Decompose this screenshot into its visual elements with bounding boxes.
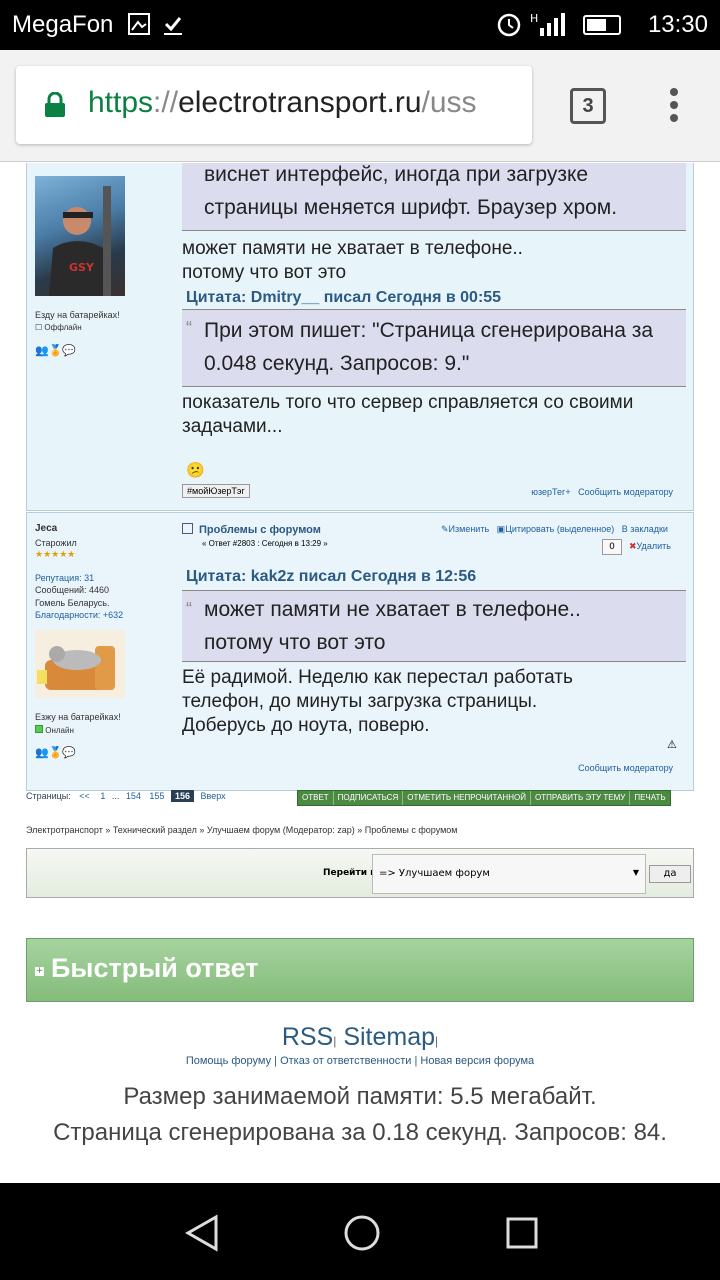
usertag-link[interactable]: юзерТег+: [531, 487, 570, 497]
user-signature: Езду на батарейках!: [35, 310, 120, 320]
report-icon[interactable]: ⚠: [667, 738, 677, 751]
user-city: Гомель Беларусь.: [35, 598, 110, 608]
recents-icon[interactable]: [500, 1211, 544, 1255]
footer-small-links[interactable]: Помощь форуму | Отказ от ответственности…: [0, 1055, 720, 1067]
expand-icon[interactable]: +: [35, 967, 44, 976]
quote-block: “ При этом пишет: "Страница сгенерирован…: [182, 309, 686, 387]
quote-line: виснет интерфейс, иногда при загрузке: [204, 163, 589, 186]
post-body: Цитата: kak2z писал Сегодня в 12:56 “ мо…: [182, 568, 686, 738]
address-bar[interactable]: https://electrotransport.ru/uss: [16, 66, 532, 144]
tab-switcher-button[interactable]: 3: [570, 88, 606, 124]
user-action-icons[interactable]: 👥🏅💬: [35, 746, 76, 759]
post-footer-links: юзерТег+ Сообщить модератору: [531, 487, 673, 497]
page-link[interactable]: 1: [100, 791, 105, 801]
forum-post: Jeca Старожил ★★★★★ Репутация: 31 Сообще…: [26, 512, 694, 791]
jump-label: Перейти в:: [323, 868, 380, 878]
clock: 13:30: [647, 11, 708, 38]
post-text: показатель того что сервер справляется с…: [182, 392, 634, 437]
back-icon[interactable]: [180, 1211, 224, 1255]
memory-info: Размер занимаемой памяти: 5.5 мегабайт.: [123, 1083, 597, 1110]
report-link[interactable]: Сообщить модератору: [578, 487, 673, 497]
user-tag-badge[interactable]: #мойЮзерТэг: [182, 484, 250, 498]
user-signature: Езжу на батарейках!: [35, 712, 121, 722]
notification-icons: [128, 12, 188, 42]
pagination: Страницы: << 1 ... 154 155 156 Вверх: [26, 790, 226, 802]
lock-icon: [44, 91, 66, 122]
url-text: https://electrotransport.ru/uss: [88, 86, 477, 119]
quote-button[interactable]: ▣Цитировать (выделенное): [497, 524, 615, 534]
home-icon[interactable]: [340, 1211, 384, 1255]
svg-text:H: H: [530, 12, 538, 25]
carrier-name: MegaFon: [12, 11, 114, 38]
quote-header[interactable]: Цитата: Dmitry__ писал Сегодня в 00:55: [186, 289, 686, 307]
user-rank: Старожил: [35, 538, 77, 548]
svg-text:GSY: GSY: [69, 261, 95, 274]
message-count: Сообщений: 4460: [35, 585, 110, 595]
topic-action-bar: ОТВЕТ ПОДПИСАТЬСЯ ОТМЕТИТЬ НЕПРОЧИТАННОЙ…: [297, 790, 671, 806]
rank-stars: ★★★★★: [35, 549, 76, 559]
breadcrumb[interactable]: Электротранспорт » Технический раздел » …: [26, 825, 458, 835]
overflow-menu-icon[interactable]: [664, 88, 684, 128]
status-icons: H: [496, 10, 626, 44]
quote-block: “ может памяти не хватает в телефоне.. по…: [182, 590, 686, 662]
thanks-count[interactable]: Благодарности: +632: [35, 610, 123, 620]
rss-link[interactable]: RSS: [282, 1023, 333, 1051]
quick-reply-header[interactable]: + Быстрый ответ: [26, 938, 694, 1002]
page-link[interactable]: 154: [126, 791, 141, 801]
subscribe-button[interactable]: ПОДПИСАТЬСЯ: [334, 791, 404, 805]
scroll-top-link[interactable]: Вверх: [201, 791, 226, 801]
post-text: может памяти не хватает в телефоне.. пото…: [182, 238, 523, 283]
browser-toolbar: https://electrotransport.ru/uss 3: [0, 50, 720, 162]
current-page: 156: [170, 790, 194, 802]
page-link[interactable]: <<: [79, 791, 90, 801]
status-bar: MegaFon H 13:30: [0, 0, 720, 50]
post-meta: « Ответ #2803 : Сегодня в 13:29 »: [202, 539, 328, 548]
reputation[interactable]: Репутация: 31: [35, 573, 94, 583]
bookmark-link[interactable]: В закладки: [622, 524, 668, 534]
reply-button[interactable]: ОТВЕТ: [298, 791, 334, 805]
avatar: [35, 630, 125, 698]
username-link[interactable]: Jeca: [35, 523, 57, 534]
online-status: ☐ Оффлайн: [35, 323, 82, 332]
go-button[interactable]: да: [649, 865, 691, 883]
post-actions: ✎Изменить ▣Цитировать (выделенное) В зак…: [441, 524, 668, 535]
jump-to-box: Перейти в: => Улучшаем форум ▼ да: [26, 848, 694, 898]
page-link[interactable]: 155: [149, 791, 164, 801]
quote-line: страницы меняется шрифт. Браузер хром.: [204, 196, 618, 219]
avatar: GSY: [35, 176, 125, 296]
footer-links: RSS| Sitemap|: [281, 1023, 439, 1051]
delete-button[interactable]: ✖Удалить: [629, 541, 671, 552]
edit-button[interactable]: ✎Изменить: [441, 524, 489, 534]
sitemap-link[interactable]: Sitemap: [343, 1023, 435, 1051]
report-link[interactable]: Сообщить модератору: [578, 763, 673, 773]
smiley-icon: 😕: [186, 462, 205, 479]
mark-unread-button[interactable]: ОТМЕТИТЬ НЕПРОЧИТАННОЙ: [403, 791, 531, 805]
post-title-link[interactable]: Проблемы с форумом: [182, 523, 328, 536]
online-status: Онлайн: [35, 725, 74, 735]
post-body: виснет интерфейс, иногда при загрузке ст…: [182, 163, 686, 499]
generation-info: Страница сгенерирована за 0.18 секунд. З…: [53, 1119, 667, 1146]
forum-select[interactable]: => Улучшаем форум ▼: [372, 854, 646, 894]
counter-box[interactable]: 0: [602, 539, 622, 555]
send-topic-button[interactable]: ОТПРАВИТЬ ЭТУ ТЕМУ: [531, 791, 631, 805]
user-action-icons[interactable]: 👥🏅💬: [35, 344, 76, 357]
forum-post: GSY Езду на батарейках! ☐ Оффлайн 👥🏅💬 ви…: [26, 163, 694, 511]
post-text: Её радимой. Неделю как перестал работать…: [182, 667, 573, 736]
android-nav-bar: [0, 1183, 720, 1280]
quick-reply-title: Быстрый ответ: [51, 953, 259, 983]
quote-header[interactable]: Цитата: kak2z писал Сегодня в 12:56: [186, 568, 686, 586]
quote-block: виснет интерфейс, иногда при загрузке ст…: [182, 163, 686, 231]
print-button[interactable]: ПЕЧАТЬ: [630, 791, 669, 805]
forum-page: GSY Езду на батарейках! ☐ Оффлайн 👥🏅💬 ви…: [0, 163, 720, 1183]
